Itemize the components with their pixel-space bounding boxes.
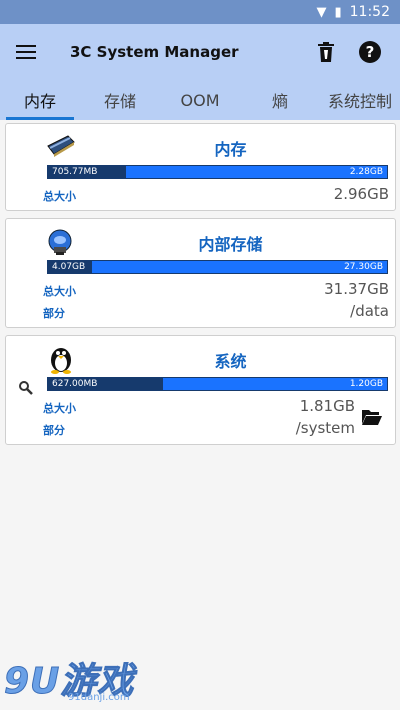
app-title: 3C System Manager <box>70 43 239 61</box>
storage-usage-bar: 4.07GB 27.30GB <box>47 260 388 274</box>
app-bar: 3C System Manager ? <box>0 24 400 80</box>
status-time: 11:52 <box>349 4 390 20</box>
memory-title: 内存 <box>214 140 247 159</box>
memory-total-value: 2.96GB <box>333 185 389 203</box>
folder-open-icon[interactable] <box>361 408 383 430</box>
storage-card[interactable]: 内部存储 4.07GB 27.30GB 总大小 31.37GB 部分 /data <box>5 218 396 328</box>
system-title: 系统 <box>214 352 247 371</box>
system-total-value: 1.81GB <box>299 397 355 415</box>
tab-bar: 内存 存储 OOM 熵 系统控制 <box>0 80 400 120</box>
clean-memory-button[interactable] <box>308 34 344 70</box>
system-part-label: 部分 <box>43 424 65 437</box>
storage-part-label: 部分 <box>43 307 65 320</box>
tab-storage[interactable]: 存储 <box>80 80 160 120</box>
system-free-value: 1.20GB <box>349 379 383 389</box>
help-button[interactable]: ? <box>352 34 388 70</box>
memory-free-value: 2.28GB <box>349 167 383 177</box>
storage-part-value: /data <box>350 302 389 320</box>
menu-icon[interactable] <box>16 40 40 64</box>
memory-usage-bar: 705.77MB 2.28GB <box>47 165 388 179</box>
system-part-value: /system <box>295 419 355 437</box>
trash-broom-icon <box>318 42 334 62</box>
storage-used-value: 4.07GB <box>52 262 86 272</box>
battery-icon: ▮ <box>334 4 342 20</box>
system-card[interactable]: 系统 627.00MB 1.20GB 总大小 1.81GB 部分 /system <box>5 335 396 445</box>
status-bar: ▼ ▮ 11:52 <box>0 0 400 24</box>
system-used-value: 627.00MB <box>52 379 98 389</box>
storage-total-value: 31.37GB <box>324 280 389 298</box>
watermark-url: 91danji.com <box>68 692 130 703</box>
search-icon[interactable] <box>18 380 34 400</box>
help-icon: ? <box>359 41 381 63</box>
tab-entropy[interactable]: 熵 <box>240 80 320 120</box>
storage-free-value: 27.30GB <box>344 262 383 272</box>
watermark-logo: 9U游戏 91danji.com <box>3 652 134 704</box>
storage-title: 内部存储 <box>198 235 263 254</box>
tab-oom[interactable]: OOM <box>160 80 240 120</box>
system-total-label: 总大小 <box>43 402 76 415</box>
memory-card[interactable]: 内存 705.77MB 2.28GB 总大小 2.96GB <box>5 123 396 211</box>
memory-used-value: 705.77MB <box>52 167 98 177</box>
memory-total-label: 总大小 <box>43 190 76 203</box>
system-usage-bar: 627.00MB 1.20GB <box>47 377 388 391</box>
tab-system-control[interactable]: 系统控制 <box>320 80 400 120</box>
tab-memory[interactable]: 内存 <box>0 80 80 120</box>
wifi-icon: ▼ <box>316 4 327 20</box>
storage-total-label: 总大小 <box>43 285 76 298</box>
